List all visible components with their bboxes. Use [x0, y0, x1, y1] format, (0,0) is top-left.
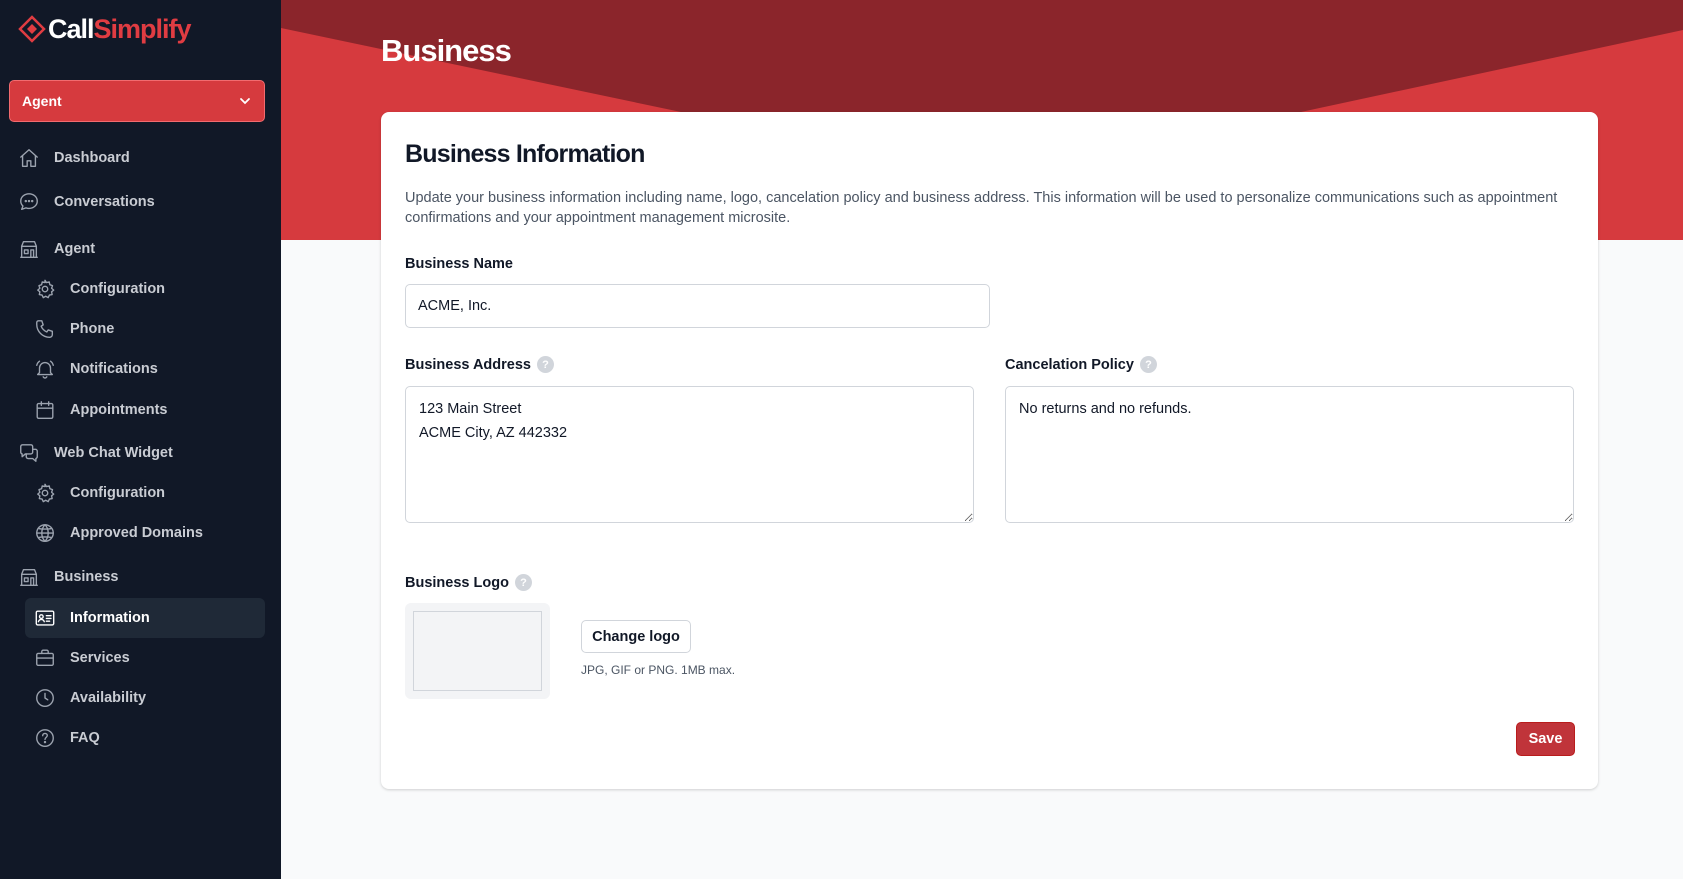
phone-icon — [36, 320, 54, 338]
cancelation-policy-textarea[interactable]: No returns and no refunds. — [1005, 386, 1574, 523]
gear-icon — [37, 279, 55, 299]
sidebar-item-business[interactable]: Business — [18, 566, 118, 588]
business-logo-label-text: Business Logo — [405, 574, 509, 591]
business-name-label: Business Name — [405, 256, 513, 272]
bell-icon — [36, 360, 54, 379]
building-icon — [20, 240, 38, 258]
brand-name-part1: Call — [48, 13, 95, 44]
sidebar-item-faq[interactable]: FAQ — [34, 727, 100, 749]
agent-select-value: Agent — [22, 93, 62, 109]
sidebar-item-conversations[interactable]: Conversations — [18, 191, 155, 213]
brand-mark-icon — [18, 15, 46, 43]
chat-bubble-icon — [20, 193, 38, 211]
sidebar-item-notifications[interactable]: Notifications — [34, 358, 158, 380]
gear-icon — [37, 483, 55, 503]
card-description: Update your business information includi… — [405, 190, 1558, 226]
sidebar-item-label: Availability — [70, 690, 147, 706]
business-address-textarea[interactable]: 123 Main Street ACME City, AZ 442332 — [405, 386, 974, 523]
help-icon[interactable]: ? — [1139, 356, 1157, 373]
sidebar-item-phone[interactable]: Phone — [34, 318, 114, 340]
sidebar-item-label: Business — [54, 569, 119, 585]
sidebar-item-widget-configuration[interactable]: Configuration — [34, 482, 165, 504]
business-address-label-text: Business Address — [405, 356, 531, 373]
question-circle-icon — [36, 729, 54, 747]
business-information-card: Business Information Update your busines… — [381, 112, 1598, 789]
sidebar-item-label: Approved Domains — [70, 525, 203, 541]
home-icon — [20, 149, 38, 167]
sidebar-item-label: Web Chat Widget — [54, 445, 173, 461]
sidebar-item-label: Phone — [70, 321, 115, 337]
sidebar-item-dashboard[interactable]: Dashboard — [18, 147, 130, 169]
globe-icon — [36, 524, 54, 542]
card-title: Business Information — [405, 140, 645, 168]
sidebar-item-information[interactable]: Information — [25, 598, 265, 638]
sidebar: CallSimplify Agent Dashboard Conversatio… — [0, 0, 281, 879]
sidebar-item-label: Services — [70, 650, 130, 666]
building-icon — [20, 568, 38, 586]
calendar-icon — [36, 401, 54, 419]
help-icon[interactable]: ? — [514, 574, 532, 591]
sidebar-item-label: Configuration — [70, 485, 166, 501]
business-name-input[interactable] — [405, 284, 990, 328]
sidebar-item-services[interactable]: Services — [34, 647, 130, 669]
agent-select[interactable]: Agent — [9, 80, 265, 122]
sidebar-item-agent-configuration[interactable]: Configuration — [34, 278, 165, 300]
cancelation-policy-label: Cancelation Policy ? — [1005, 356, 1157, 373]
business-name-label-text: Business Name — [405, 256, 513, 272]
page-title: Business — [381, 33, 512, 68]
logo-hint: JPG, GIF or PNG. 1MB max. — [581, 663, 736, 677]
sidebar-item-label: Agent — [54, 241, 96, 257]
logo-placeholder — [413, 611, 542, 691]
sidebar-item-web-chat-widget[interactable]: Web Chat Widget — [18, 442, 173, 464]
sidebar-item-agent[interactable]: Agent — [18, 238, 95, 260]
brand-logo[interactable]: CallSimplify — [18, 12, 192, 46]
sidebar-item-availability[interactable]: Availability — [34, 687, 146, 709]
sidebar-item-label: Conversations — [54, 194, 155, 210]
business-logo-label: Business Logo ? — [405, 574, 532, 591]
briefcase-icon — [36, 649, 54, 667]
clock-icon — [36, 689, 54, 707]
sidebar-item-appointments[interactable]: Appointments — [34, 399, 167, 421]
sidebar-item-label: Configuration — [70, 281, 166, 297]
sidebar-item-label: FAQ — [70, 730, 100, 746]
id-card-icon — [35, 610, 55, 626]
brand-name-part2: Simplify — [93, 13, 192, 44]
logo-preview — [405, 603, 550, 699]
chat-bubbles-icon — [20, 444, 38, 462]
business-address-label: Business Address ? — [405, 356, 554, 373]
sidebar-item-label: Dashboard — [54, 150, 130, 166]
change-logo-button[interactable]: Change logo — [581, 620, 691, 653]
sidebar-item-label: Notifications — [70, 361, 158, 377]
cancelation-policy-label-text: Cancelation Policy — [1005, 356, 1134, 373]
sidebar-item-label: Appointments — [70, 402, 168, 418]
help-icon[interactable]: ? — [536, 356, 554, 373]
sidebar-item-label: Information — [70, 610, 150, 626]
save-button[interactable]: Save — [1516, 722, 1575, 756]
sidebar-item-approved-domains[interactable]: Approved Domains — [34, 522, 203, 544]
chevron-down-icon — [240, 98, 250, 105]
